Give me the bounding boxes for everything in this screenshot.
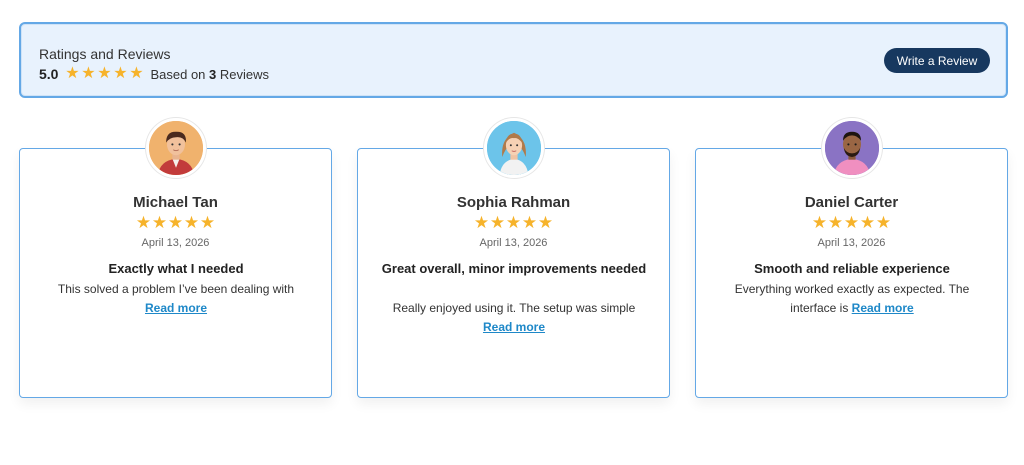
avatar [484, 118, 544, 178]
star-icon: ★ [473, 213, 490, 232]
review-count-text: Based on 3 Reviews [150, 67, 269, 82]
star-icon: ★ [151, 213, 168, 232]
star-icon: ★ [843, 213, 860, 232]
read-more-link[interactable]: Read more [145, 301, 207, 315]
review-title: Exactly what I needed [108, 261, 244, 276]
review-card: Daniel Carter ★ ★ ★ ★ ★ April 13, 2026 S… [695, 148, 1008, 398]
star-icon: ★ [129, 65, 144, 82]
ratings-title: Ratings and Reviews [39, 46, 171, 62]
read-more-link[interactable]: Read more [852, 301, 914, 315]
average-rating: 5.0 [39, 66, 59, 82]
avatar [822, 118, 882, 178]
star-icon: ★ [97, 65, 112, 82]
review-title: Smooth and reliable experience [754, 261, 950, 276]
star-icon: ★ [537, 213, 554, 232]
star-icon: ★ [521, 213, 538, 232]
star-icon: ★ [489, 213, 506, 232]
review-body: Really enjoyed using it. The setup was s… [378, 299, 650, 337]
star-icon: ★ [113, 65, 128, 82]
review-text: Really enjoyed using it. The setup was s… [392, 301, 636, 315]
review-count: 3 [209, 66, 217, 82]
reviewer-name: Daniel Carter [804, 194, 899, 211]
ratings-summary-panel: Ratings and Reviews 5.0 ★ ★ ★ ★ ★ Based … [19, 22, 1008, 98]
star-icon: ★ [875, 213, 892, 232]
star-icon: ★ [167, 213, 184, 232]
rating-summary-row: 5.0 ★ ★ ★ ★ ★ Based on 3 Reviews [39, 64, 269, 84]
star-icon: ★ [505, 213, 522, 232]
read-more-link[interactable]: Read more [483, 320, 545, 334]
review-date: April 13, 2026 [141, 237, 210, 249]
review-body: This solved a problem I’ve been dealing … [40, 280, 312, 318]
review-stars: ★ ★ ★ ★ ★ [696, 213, 1007, 232]
review-card: Michael Tan ★ ★ ★ ★ ★ April 13, 2026 Exa… [19, 148, 332, 398]
review-stars: ★ ★ ★ ★ ★ [20, 213, 331, 232]
review-text: Everything worked exactly as expected. T… [734, 282, 970, 296]
review-date: April 13, 2026 [817, 237, 886, 249]
star-icon: ★ [65, 65, 80, 82]
star-icon: ★ [81, 65, 96, 82]
review-date: April 13, 2026 [479, 237, 548, 249]
review-stars: ★ ★ ★ ★ ★ [358, 213, 669, 232]
reviews-label: Reviews [219, 66, 270, 82]
review-body: Everything worked exactly as expected. T… [716, 280, 988, 318]
summary-stars: ★ ★ ★ ★ ★ [64, 66, 144, 82]
star-icon: ★ [183, 213, 200, 232]
reviewer-name: Sophia Rahman [456, 194, 571, 211]
reviewer-name: Michael Tan [133, 194, 218, 211]
based-on-label: Based on [150, 66, 206, 82]
star-icon: ★ [135, 213, 152, 232]
avatar [146, 118, 206, 178]
star-icon: ★ [811, 213, 828, 232]
review-title: Great overall, minor improvements needed [381, 261, 647, 276]
star-icon: ★ [199, 213, 216, 232]
star-icon: ★ [827, 213, 844, 232]
review-text-continued: interface is [790, 301, 849, 315]
review-text: This solved a problem I’ve been dealing … [57, 282, 295, 296]
review-card: Sophia Rahman ★ ★ ★ ★ ★ April 13, 2026 G… [357, 148, 670, 398]
star-icon: ★ [859, 213, 876, 232]
write-review-button[interactable]: Write a Review [884, 48, 990, 73]
